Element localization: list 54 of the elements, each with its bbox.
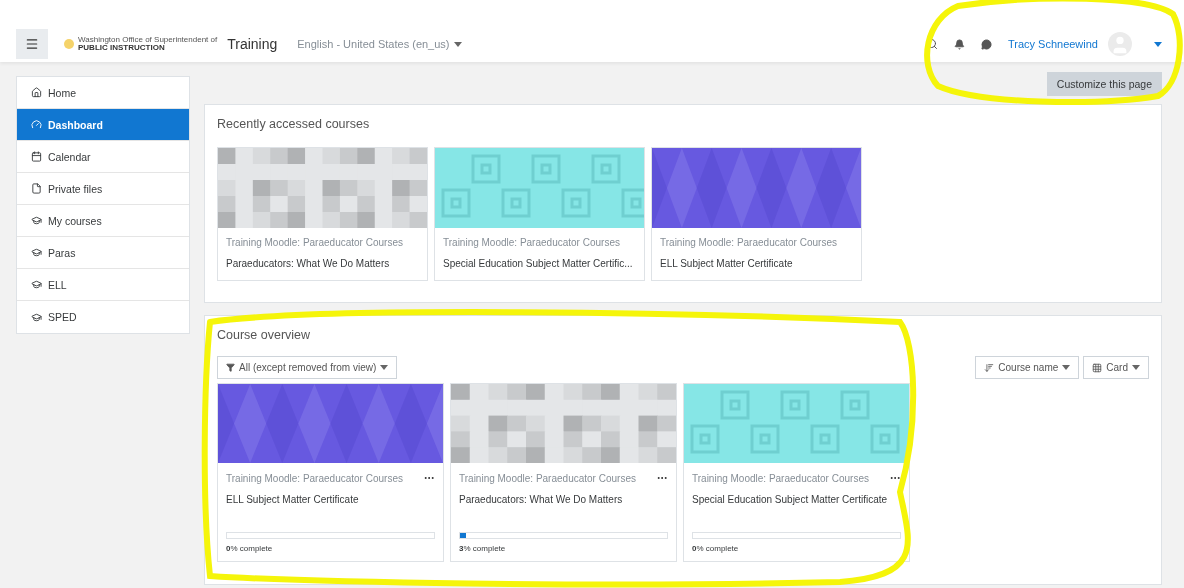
grid-icon — [1092, 362, 1103, 373]
course-name[interactable]: Special Education Subject Matter Certificate — [692, 492, 901, 524]
nav-icon — [31, 311, 42, 323]
nav-icon — [31, 183, 42, 194]
menu-button[interactable] — [16, 29, 48, 59]
caret-icon[interactable] — [1154, 41, 1162, 47]
caret-icon — [1062, 365, 1071, 370]
section-title: Recently accessed courses — [217, 117, 371, 131]
course-category: Training Moodle: Paraeducator Courses — [226, 472, 403, 484]
caret-icon — [453, 41, 462, 47]
nav-icon — [31, 119, 42, 130]
chat-bubble-icon[interactable] — [980, 38, 992, 50]
logo-text: PUBLIC INSTRUCTION — [78, 44, 165, 52]
course-name[interactable]: ELL Subject Matter Certificate — [226, 492, 435, 524]
nav-icon — [31, 87, 42, 98]
course-name[interactable]: Special Education Subject Matter Certific... — [443, 256, 636, 272]
course-card[interactable]: Training Moodle: Paraeducator Courses Special Education Subject Matter Certific... — [434, 147, 645, 281]
sidebar-item[interactable]: Dashboard — [17, 109, 189, 141]
progress-text: 0% complete — [226, 544, 274, 553]
course-category: Training Moodle: Paraeducator Courses — [459, 472, 636, 484]
course-name[interactable]: Paraeducators: What We Do Matters — [226, 256, 419, 272]
nav-icon — [31, 215, 42, 226]
course-card[interactable]: Training Moodle: Paraeducator Courses Paraeducators: What We Do Matters — [217, 147, 428, 281]
course-category: Training Moodle: Paraeducator Courses — [443, 237, 621, 248]
language-menu[interactable]: English - United States (en_us) — [297, 38, 462, 50]
menu-icon — [25, 37, 39, 51]
filter-icon — [226, 363, 235, 372]
sun-logo-icon — [64, 39, 74, 49]
site-name[interactable]: Training — [227, 36, 278, 52]
course-category: Training Moodle: Paraeducator Courses — [226, 237, 404, 248]
nav-icon — [31, 279, 42, 290]
logo-subtitle: Washington Office of Superintendent of — [78, 36, 218, 44]
nav-icon — [31, 247, 42, 258]
caret-icon — [1132, 365, 1140, 370]
caret-icon — [380, 365, 389, 370]
course-card[interactable]: Training Moodle: Paraeducator Courses ELL Subject Matter Certificate 0% complete — [217, 383, 444, 562]
course-card[interactable]: Training Moodle: Paraeducator Courses Paraeducators: What We Do Matters 3% complete — [450, 383, 677, 562]
course-name[interactable]: ELL Subject Matter Certificate — [660, 256, 853, 272]
sort-icon — [984, 362, 995, 373]
section-title: Course overview — [217, 328, 312, 342]
course-card[interactable]: Training Moodle: Paraeducator Courses Special Education Subject Matter Certificate 0% complete — [683, 383, 910, 562]
view-dropdown[interactable]: Card — [1083, 356, 1149, 379]
progress-text: 3% complete — [459, 544, 507, 553]
user-name-link[interactable]: Tracy Schneewind — [1007, 38, 1098, 50]
course-name[interactable]: Paraeducators: What We Do Matters — [459, 492, 668, 524]
course-category: Training Moodle: Paraeducator Courses — [660, 237, 838, 248]
course-card[interactable]: Training Moodle: Paraeducator Courses ELL Subject Matter Certificate — [651, 147, 862, 281]
bell-icon[interactable] — [953, 38, 965, 50]
filter-dropdown[interactable]: All (except removed from view) — [217, 356, 398, 379]
customize-page-button[interactable]: Customize this page — [1046, 72, 1162, 96]
nav-icon — [31, 151, 42, 162]
progress-text: 0% complete — [692, 544, 740, 553]
sort-dropdown[interactable]: Course name — [975, 356, 1080, 379]
course-category: Training Moodle: Paraeducator Courses — [692, 472, 869, 484]
